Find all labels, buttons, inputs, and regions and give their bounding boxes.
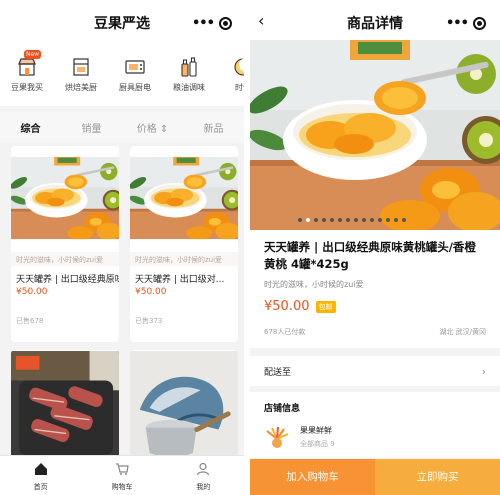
- home-screen: 豆果严选 ••• New 豆果我买 烘焙美厨 厨具厨电 粮油调味 时 综合 销量…: [0, 0, 244, 495]
- add-to-cart-button[interactable]: 加入购物车: [250, 459, 375, 495]
- tab-profile[interactable]: 我的: [163, 456, 244, 495]
- cart-icon: [115, 463, 129, 475]
- microwave-icon: [124, 56, 146, 78]
- user-icon: [197, 462, 210, 476]
- sort-tab-overall[interactable]: 综合: [0, 120, 61, 135]
- tab-home[interactable]: 首页: [0, 456, 81, 495]
- shop-product-count: 全部商品 9: [300, 440, 335, 448]
- product-slogan: 时光的滋味，小时候的zui爱: [264, 280, 364, 289]
- product-image: [130, 146, 238, 250]
- carousel-dot[interactable]: [314, 218, 318, 222]
- category-label: 粮油调味: [173, 83, 205, 92]
- more-menu-button[interactable]: •••: [446, 16, 469, 31]
- oven-icon: [70, 56, 92, 78]
- carousel-dot[interactable]: [346, 218, 350, 222]
- category-item-store[interactable]: New 豆果我买: [0, 44, 54, 106]
- carousel-dot[interactable]: [354, 218, 358, 222]
- category-item-kitchenware[interactable]: 厨具厨电: [108, 44, 162, 106]
- product-card[interactable]: 时光的滋味，小时候的zui爱 天天罐养 | 出口级对... ¥50.00 已售3…: [130, 146, 238, 342]
- shop-info: 店铺信息 果果鲜鲜 全部商品 9: [250, 392, 500, 458]
- peach-product-photo: [250, 40, 500, 230]
- close-target-button[interactable]: [219, 16, 232, 30]
- sort-tab-sales[interactable]: 销量: [61, 120, 122, 135]
- carousel-dot[interactable]: [386, 218, 390, 222]
- shop-name: 果果鲜鲜: [300, 426, 332, 435]
- product-card[interactable]: [130, 350, 238, 460]
- product-slogan: 时光的滋味，小时候的zui爱: [11, 252, 119, 266]
- sort-tab-price[interactable]: 价格 ⇕: [122, 120, 183, 135]
- carousel-indicator: [298, 218, 406, 222]
- moon-icon: [232, 56, 244, 78]
- carousel-dot[interactable]: [362, 218, 366, 222]
- bottles-icon: [178, 56, 200, 78]
- product-price: ¥50.00: [264, 299, 310, 314]
- carousel-dot[interactable]: [378, 218, 382, 222]
- paid-count: 678人已付款: [264, 328, 306, 336]
- category-item-seasonal[interactable]: 时令: [216, 44, 244, 106]
- product-image-carousel[interactable]: [250, 40, 500, 230]
- category-label: 时令: [235, 83, 244, 92]
- sort-bar: 综合 销量 价格 ⇕ 新品: [0, 112, 244, 142]
- home-top-bar: 豆果严选 •••: [0, 0, 244, 44]
- shop-entry[interactable]: 果果鲜鲜 全部商品 9: [264, 424, 486, 450]
- carousel-dot[interactable]: [322, 218, 326, 222]
- product-price: ¥50.00: [16, 287, 48, 297]
- bottom-tab-bar: 首页 购物车 我的: [0, 455, 244, 495]
- ship-from-location: 湖北 武汉/黄冈: [439, 328, 486, 336]
- product-price: ¥50.00: [135, 287, 167, 297]
- store-icon: New: [16, 50, 42, 78]
- category-item-baking[interactable]: 烘焙美厨: [54, 44, 108, 106]
- saucepan-product-image: [130, 350, 238, 460]
- purchase-actions: 加入购物车 立即购买: [250, 459, 500, 495]
- carousel-dot[interactable]: [402, 218, 406, 222]
- tab-cart[interactable]: 购物车: [81, 456, 162, 495]
- carousel-dot[interactable]: [370, 218, 374, 222]
- shop-logo-icon: [266, 426, 289, 448]
- carousel-dot[interactable]: [298, 218, 302, 222]
- product-name: 天天罐养 | 出口级对...: [135, 275, 225, 285]
- carousel-dot[interactable]: [306, 218, 310, 222]
- free-shipping-badge: 包邮: [315, 300, 336, 313]
- carousel-dot[interactable]: [330, 218, 334, 222]
- chevron-right-icon: ›: [481, 364, 486, 378]
- carousel-dot[interactable]: [338, 218, 342, 222]
- more-menu-button[interactable]: •••: [192, 16, 215, 31]
- category-label: 豆果我买: [11, 83, 43, 92]
- detail-top-bar: ‹ 商品详情 •••: [250, 0, 500, 44]
- sort-tab-new[interactable]: 新品: [183, 120, 244, 135]
- tab-label: 购物车: [111, 483, 133, 491]
- product-title: 天天罐养 | 出口级经典原味黄桃罐头/香橙黄桃 4罐*425g: [264, 240, 476, 271]
- product-sold-count: 已售678: [16, 317, 44, 325]
- product-sold-count: 已售373: [135, 317, 163, 325]
- product-info: 天天罐养 | 出口级经典原味黄桃罐头/香橙黄桃 4罐*425g 时光的滋味，小时…: [250, 230, 500, 348]
- shipping-label: 配送至: [264, 367, 292, 378]
- product-slogan: 时光的滋味，小时候的zui爱: [130, 252, 238, 266]
- category-item-seasoning[interactable]: 粮油调味: [162, 44, 216, 106]
- tab-label: 我的: [196, 483, 211, 491]
- category-label: 厨具厨电: [119, 83, 151, 92]
- product-image: [11, 146, 119, 250]
- new-badge: New: [24, 50, 42, 59]
- grill-product-image: [11, 350, 119, 460]
- mini-program-capsule: •••: [186, 11, 238, 35]
- product-name: 天天罐养 | 出口级经典原味黄桃罐头: [16, 275, 119, 285]
- close-target-button[interactable]: [473, 16, 486, 30]
- product-card[interactable]: [11, 350, 119, 460]
- category-strip: New 豆果我买 烘焙美厨 厨具厨电 粮油调味 时: [0, 44, 244, 106]
- carousel-dot[interactable]: [394, 218, 398, 222]
- product-card[interactable]: 时光的滋味，小时候的zui爱 天天罐养 | 出口级经典原味黄桃罐头 ¥50.00…: [11, 146, 119, 342]
- buy-now-button[interactable]: 立即购买: [375, 459, 500, 495]
- shipping-row[interactable]: 配送至 ›: [250, 356, 500, 386]
- category-label: 烘焙美厨: [65, 83, 97, 92]
- detail-screen: ‹ 商品详情 ••• 天天罐养 | 出口级经典原味黄桃罐头/香橙黄桃 4罐*42…: [250, 0, 500, 495]
- home-icon: [34, 463, 47, 475]
- mini-program-capsule: •••: [440, 11, 492, 35]
- shop-heading: 店铺信息: [264, 404, 301, 414]
- screen-root: 豆果严选 ••• New 豆果我买 烘焙美厨 厨具厨电 粮油调味 时 综合 销量…: [0, 0, 500, 495]
- tab-label: 首页: [33, 483, 48, 491]
